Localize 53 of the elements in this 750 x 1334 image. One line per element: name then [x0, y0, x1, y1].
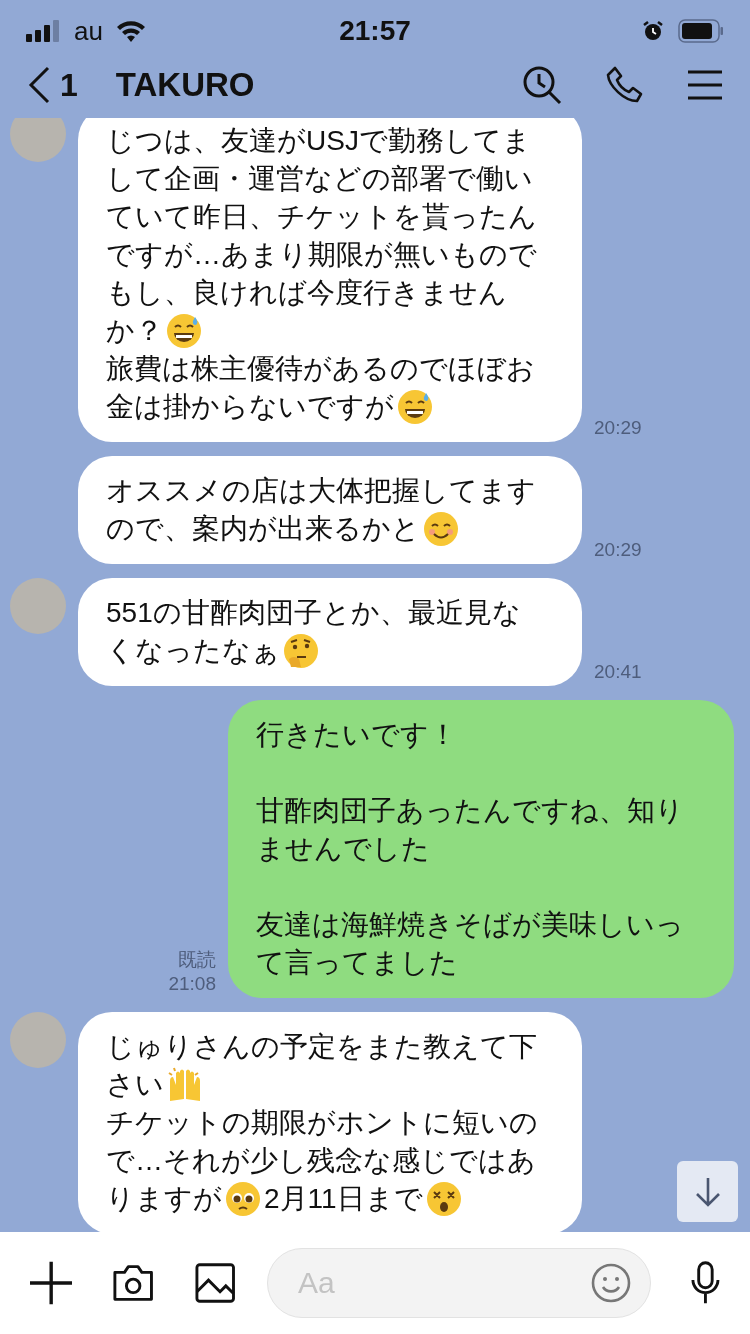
message-text: オススメの店は大体把握してます [106, 474, 536, 508]
dizzy-face-emoji-icon [425, 1181, 462, 1217]
message-text: チケットの期限がホントに短いの [106, 1106, 538, 1140]
menu-icon[interactable] [688, 70, 722, 100]
microphone-icon[interactable] [691, 1260, 720, 1306]
plus-icon[interactable] [30, 1261, 73, 1305]
message-text: さい [106, 1068, 164, 1102]
raised-hands-emoji-icon [167, 1067, 203, 1103]
pleading-emoji-icon [225, 1181, 261, 1217]
message-text: ので、案内が出来るかと [106, 512, 420, 546]
phone-icon[interactable] [606, 66, 644, 104]
back-button[interactable]: 1 [28, 61, 78, 109]
message-text: 友達は海鮮焼きそばが美味しいっ [256, 908, 684, 942]
message-text: ですが…あまり期限が無いもので [106, 238, 537, 272]
thinking-emoji-icon [283, 633, 319, 669]
message-text: 金は掛からないですが [106, 390, 394, 424]
message-text: て言ってました [256, 946, 458, 980]
message-time: 21:08 [168, 972, 216, 996]
message-text: 行きたいです！ [256, 718, 457, 752]
grinning-sweat-emoji-icon [166, 313, 202, 349]
read-receipt: 既読 [178, 948, 216, 972]
smiling-emoji-icon [423, 511, 459, 547]
message-text: じつは、友達がUSJで勤務してま [106, 124, 531, 158]
message-text: で…それが少し残念な感じではあ [106, 1144, 536, 1178]
message-text: ませんでした [256, 832, 430, 866]
battery-icon [678, 19, 724, 43]
message-text: もし、良ければ今度行きません [106, 276, 507, 310]
message-text: じゅりさんの予定をまた教えて下 [106, 1030, 537, 1064]
scroll-down-button[interactable] [677, 1161, 738, 1222]
message-text: か？ [106, 314, 163, 348]
image-icon[interactable] [194, 1262, 236, 1304]
message-time: 20:29 [594, 538, 642, 562]
history-search-icon[interactable] [522, 65, 562, 105]
status-time: 21:57 [338, 14, 412, 48]
chat-title: TAKURO [115, 65, 256, 106]
back-icon [28, 66, 50, 104]
message-text: 551の甘酢肉団子とか、最近見な [106, 596, 521, 630]
message-text: くなったなぁ [106, 634, 280, 668]
message-text: 甘酢肉団子あったんですね、知り [256, 794, 684, 828]
message-text: 旅費は株主優待があるのでほぼお [106, 352, 535, 386]
message-time: 20:29 [594, 416, 642, 440]
message-text: して企画・運営などの部署で働い [106, 162, 533, 196]
message-text: 2月11日まで [264, 1182, 423, 1216]
grinning-sweat-emoji-icon [397, 389, 433, 425]
signal-icon [26, 20, 62, 42]
message-time: 20:41 [594, 660, 642, 684]
alarm-icon [642, 20, 664, 42]
emoji-icon[interactable] [591, 1263, 632, 1303]
camera-icon[interactable] [112, 1263, 155, 1303]
carrier-name: au [74, 14, 103, 48]
down-arrow-icon [694, 1176, 721, 1207]
message-text: ていて昨日、チケットを貰ったん [106, 200, 537, 234]
message-text: りますが [106, 1182, 222, 1216]
